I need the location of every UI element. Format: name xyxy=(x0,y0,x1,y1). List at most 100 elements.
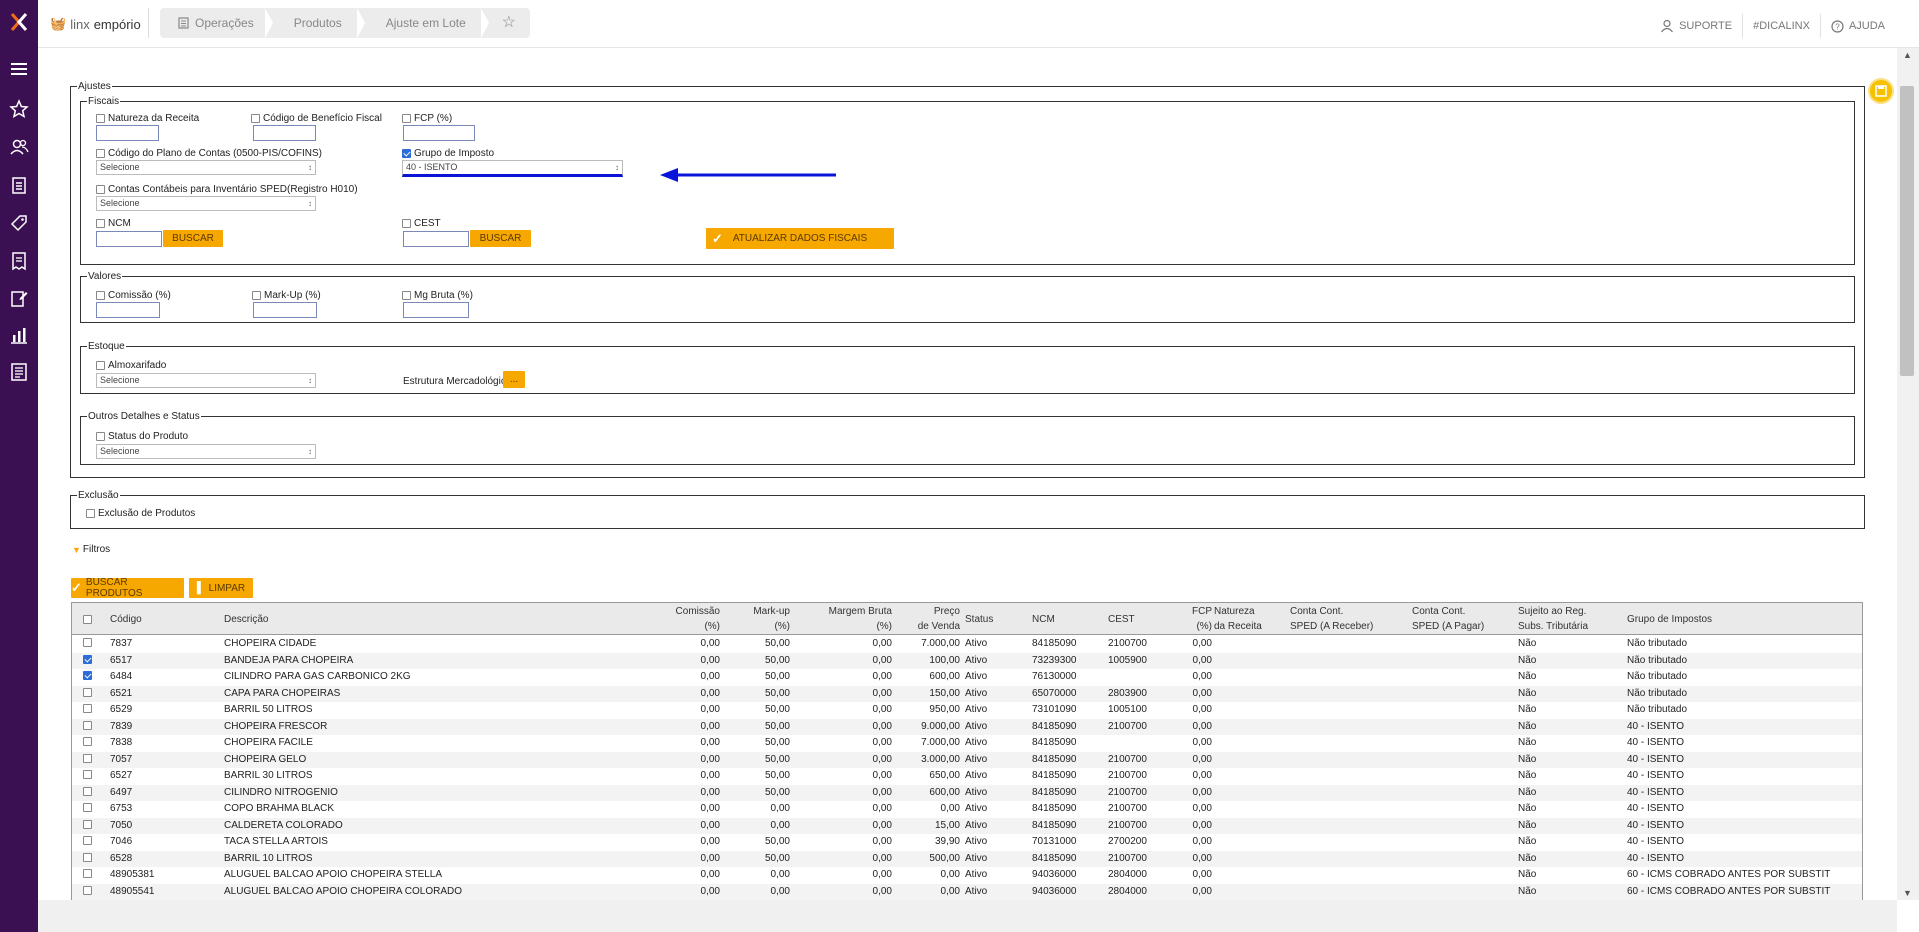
table-row[interactable]: 7837 CHOPEIRA CIDADE 0,00 50,00 0,00 7.000,00… xyxy=(72,636,1862,653)
table-row[interactable]: 7839 CHOPEIRA FRESCOR 0,00 50,00 0,00 9.000,0… xyxy=(72,718,1862,735)
row-checkbox[interactable] xyxy=(83,869,92,878)
cest-checkbox[interactable] xyxy=(402,218,411,228)
fcp-input[interactable] xyxy=(403,125,475,141)
ncm-option[interactable]: NCM xyxy=(96,218,131,229)
breadcrumb-produtos[interactable]: Produtos xyxy=(272,8,365,38)
markup-input[interactable] xyxy=(253,302,317,318)
comissao-checkbox[interactable] xyxy=(96,290,105,300)
suporte-link[interactable]: SUPORTE xyxy=(1650,14,1742,38)
exclusao-produtos-option[interactable]: Exclusão de Produtos xyxy=(86,508,195,519)
table-row[interactable]: 6521 CAPA PARA CHOPEIRAS 0,00 50,00 0,00 150,… xyxy=(72,685,1862,702)
table-row[interactable]: 7838 CHOPEIRA FACILE 0,00 50,00 0,00 7.000,00… xyxy=(72,735,1862,752)
markup-option[interactable]: Mark-Up (%) xyxy=(252,290,321,301)
codigo-beneficio-checkbox[interactable] xyxy=(251,113,260,123)
header-cest[interactable]: CEST xyxy=(1108,612,1135,627)
cest-option[interactable]: CEST xyxy=(402,218,441,229)
header-sujeito[interactable]: Sujeito ao Reg. Subs. Tributária xyxy=(1518,604,1588,634)
menu-icon[interactable] xyxy=(8,58,30,80)
row-checkbox[interactable] xyxy=(83,885,92,895)
ncm-input[interactable] xyxy=(96,231,162,247)
grupo-imposto-option[interactable]: Grupo de Imposto xyxy=(402,148,494,159)
brand-logo[interactable]: 🧺 linx empório xyxy=(50,14,141,34)
header-codigo[interactable]: Código xyxy=(110,612,142,627)
mg-bruta-checkbox[interactable] xyxy=(402,290,411,300)
tag-icon[interactable] xyxy=(8,212,30,234)
almoxarifado-select[interactable]: Selecione xyxy=(96,373,316,388)
markup-checkbox[interactable] xyxy=(252,290,261,300)
natureza-receita-checkbox[interactable] xyxy=(96,113,105,123)
almoxarifado-checkbox[interactable] xyxy=(96,360,105,370)
codigo-beneficio-input[interactable] xyxy=(253,125,316,141)
row-checkbox[interactable] xyxy=(83,638,92,647)
status-produto-select[interactable]: Selecione xyxy=(96,444,316,459)
row-checkbox[interactable] xyxy=(83,720,92,730)
scrollbar-thumb[interactable] xyxy=(1900,86,1914,376)
table-row[interactable]: 6529 BARRIL 50 LITROS 0,00 50,00 0,00 950,00 A… xyxy=(72,702,1862,719)
row-checkbox[interactable] xyxy=(83,671,92,680)
row-checkbox[interactable] xyxy=(83,836,92,845)
ajuda-link[interactable]: ? AJUDA xyxy=(1819,14,1895,38)
floating-action-icon[interactable] xyxy=(1868,78,1894,104)
mg-bruta-input[interactable] xyxy=(403,302,469,318)
receipt-icon[interactable] xyxy=(8,250,30,272)
grupo-imposto-select[interactable]: 40 - ISENTO xyxy=(402,160,623,177)
row-checkbox[interactable] xyxy=(83,770,92,779)
contas-contabeis-checkbox[interactable] xyxy=(96,184,105,194)
row-checkbox[interactable] xyxy=(83,737,92,746)
bar-chart-icon[interactable] xyxy=(8,324,30,346)
row-checkbox[interactable] xyxy=(83,786,92,796)
table-row[interactable]: 6527 BARRIL 30 LITROS 0,00 50,00 0,00 650,00 A… xyxy=(72,768,1862,785)
users-icon[interactable] xyxy=(8,136,30,158)
codigo-plano-option[interactable]: Código do Plano de Contas (0500-PIS/COFI… xyxy=(96,148,322,159)
cest-input[interactable] xyxy=(403,231,469,247)
ncm-checkbox[interactable] xyxy=(96,218,105,228)
header-grupo[interactable]: Grupo de Impostos xyxy=(1627,612,1712,627)
vertical-scrollbar[interactable]: ▲ ▼ xyxy=(1897,48,1919,900)
row-checkbox[interactable] xyxy=(83,753,92,763)
row-checkbox[interactable] xyxy=(83,819,92,829)
contas-contabeis-select[interactable]: Selecione xyxy=(96,196,316,211)
table-row[interactable]: 6517 BANDEJA PARA CHOPEIRA 0,00 50,00 0,00 10… xyxy=(72,652,1862,669)
comissao-input[interactable] xyxy=(96,302,160,318)
estrutura-mercadologica-button[interactable]: ... xyxy=(503,371,525,388)
scroll-down-icon[interactable]: ▼ xyxy=(1903,888,1912,898)
header-status[interactable]: Status xyxy=(965,612,993,627)
buscar-produtos-button[interactable]: ✓ BUSCAR PRODUTOS xyxy=(71,577,184,599)
breadcrumb-operacoes[interactable]: Operações xyxy=(160,8,273,38)
limpar-button[interactable]: ▌ LIMPAR xyxy=(189,578,253,598)
ncm-buscar-button[interactable]: BUSCAR xyxy=(163,230,223,247)
header-margem[interactable]: Margem Bruta (%) xyxy=(812,604,892,634)
status-produto-checkbox[interactable] xyxy=(96,431,105,441)
status-produto-option[interactable]: Status do Produto xyxy=(96,431,188,442)
table-row[interactable]: 6528 BARRIL 10 LITROS 0,00 50,00 0,00 500,00 A… xyxy=(72,850,1862,867)
table-row[interactable]: 7050 CALDERETA COLORADO 0,00 0,00 0,00 15,00 A… xyxy=(72,817,1862,834)
exclusao-produtos-checkbox[interactable] xyxy=(86,508,95,518)
scroll-up-icon[interactable]: ▲ xyxy=(1903,50,1912,60)
header-fcp[interactable]: FCP (%) xyxy=(1172,604,1212,634)
report-icon[interactable] xyxy=(8,361,30,383)
header-markup[interactable]: Mark-up (%) xyxy=(740,604,790,634)
filtros-toggle[interactable]: ▼ Filtros xyxy=(72,544,110,555)
table-row[interactable]: 6484 CILINDRO PARA GAS CARBONICO 2KG 0,00 5… xyxy=(72,669,1862,686)
mg-bruta-option[interactable]: Mg Bruta (%) xyxy=(402,290,473,301)
grupo-imposto-checkbox[interactable] xyxy=(402,148,411,158)
header-conta-receber[interactable]: Conta Cont. SPED (A Receber) xyxy=(1290,604,1373,634)
header-comissao[interactable]: Comissão (%) xyxy=(672,604,720,634)
row-checkbox[interactable] xyxy=(83,687,92,697)
atualizar-dados-fiscais-button[interactable]: ✓ ATUALIZAR DADOS FISCAIS xyxy=(706,228,894,249)
row-checkbox[interactable] xyxy=(83,654,92,664)
table-row[interactable]: 7046 TACA STELLA ARTOIS 0,00 50,00 0,00 39,90… xyxy=(72,834,1862,851)
natureza-receita-option[interactable]: Natureza da Receita xyxy=(96,113,199,124)
natureza-receita-input[interactable] xyxy=(96,125,159,141)
header-descricao[interactable]: Descrição xyxy=(224,612,268,627)
fcp-checkbox[interactable] xyxy=(402,113,411,123)
clipboard-icon[interactable] xyxy=(8,174,30,196)
comissao-option[interactable]: Comissão (%) xyxy=(96,290,171,301)
codigo-beneficio-option[interactable]: Código de Benefício Fiscal xyxy=(251,113,382,124)
codigo-plano-select[interactable]: Selecione xyxy=(96,160,316,175)
header-conta-pagar[interactable]: Conta Cont. SPED (A Pagar) xyxy=(1412,604,1484,634)
table-row[interactable]: 7057 CHOPEIRA GELO 0,00 50,00 0,00 3.000,00 At… xyxy=(72,751,1862,768)
dicalinx-link[interactable]: #DICALINX xyxy=(1742,14,1820,38)
almoxarifado-option[interactable]: Almoxarifado xyxy=(96,360,166,371)
header-natureza[interactable]: Natureza da Receita xyxy=(1214,604,1262,634)
